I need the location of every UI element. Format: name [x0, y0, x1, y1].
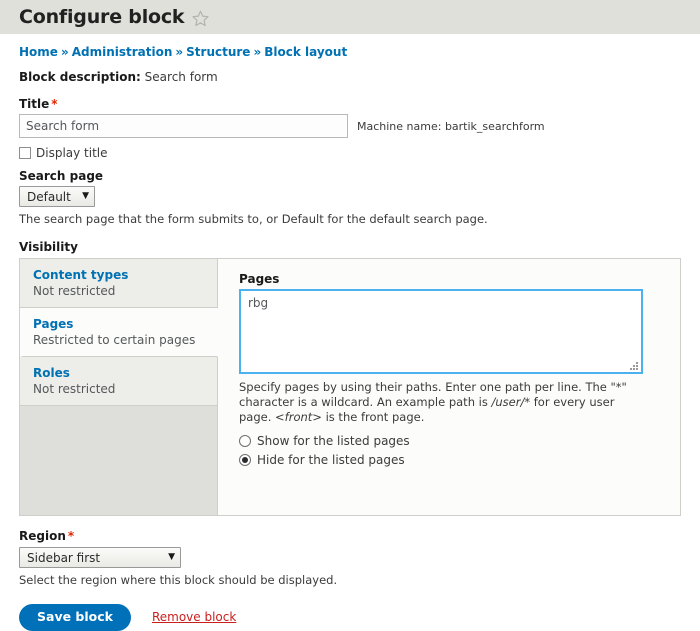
- chevron-down-icon: ▼: [168, 552, 175, 562]
- title-field-label: Title *: [19, 97, 681, 111]
- save-block-button[interactable]: Save block: [19, 604, 131, 631]
- pages-option-hide-row[interactable]: Hide for the listed pages: [239, 453, 664, 467]
- region-selected-value: Sidebar first: [27, 550, 101, 565]
- visibility-label: Visibility: [19, 240, 78, 254]
- block-description-value: Search form: [144, 70, 218, 84]
- breadcrumb-item-administration[interactable]: Administration: [72, 45, 173, 59]
- breadcrumb-item-home[interactable]: Home: [19, 45, 58, 59]
- breadcrumb-separator: »: [175, 45, 184, 59]
- visibility-pages-panel: Pages Specify pages by using their paths…: [218, 259, 680, 515]
- pages-option-show-radio[interactable]: [239, 435, 251, 447]
- region-help: Select the region where this block shoul…: [19, 573, 338, 587]
- breadcrumb-separator: »: [253, 45, 262, 59]
- required-marker: *: [67, 529, 75, 543]
- star-outline-icon[interactable]: [192, 10, 209, 27]
- visibility-tab-title: Pages: [33, 317, 74, 331]
- visibility-tab-roles[interactable]: Roles Not restricted: [20, 357, 217, 406]
- pages-option-show-row[interactable]: Show for the listed pages: [239, 434, 664, 448]
- machine-name-text: Machine name: bartik_searchform: [357, 119, 545, 133]
- pages-help-text: Specify pages by using their paths. Ente…: [239, 380, 649, 425]
- form-actions: Save block Remove block: [19, 604, 681, 631]
- visibility-tab-list: Content types Not restricted Pages Restr…: [20, 259, 218, 515]
- region-label-text: Region: [19, 529, 66, 543]
- block-description-label: Block description: [19, 70, 137, 84]
- title-input[interactable]: [19, 114, 348, 138]
- visibility-tab-subtitle: Not restricted: [33, 284, 116, 298]
- pages-help-front-token: <front>: [275, 410, 322, 424]
- visibility-tab-subtitle: Not restricted: [33, 382, 116, 396]
- display-title-label[interactable]: Display title: [36, 146, 108, 160]
- pages-option-hide-label[interactable]: Hide for the listed pages: [257, 453, 405, 467]
- block-description-colon: :: [136, 70, 141, 84]
- search-page-selected-value: Default: [27, 189, 71, 204]
- page-title: Configure block: [19, 6, 185, 28]
- required-marker: *: [51, 97, 58, 111]
- pages-textarea-wrap: [239, 289, 643, 374]
- visibility-tab-subtitle: Restricted to certain pages: [33, 333, 196, 347]
- pages-option-hide-radio[interactable]: [239, 454, 251, 466]
- pages-help-part3: is the front page.: [321, 410, 425, 424]
- region-select[interactable]: Sidebar first ▼: [19, 547, 181, 568]
- pages-textarea[interactable]: [239, 289, 643, 374]
- block-description: Block description: Search form: [19, 70, 681, 84]
- search-page-select[interactable]: Default ▼: [19, 186, 95, 207]
- visibility-tab-pages[interactable]: Pages Restricted to certain pages: [20, 308, 218, 357]
- search-page-label: Search page: [19, 169, 104, 183]
- region-label: Region *: [19, 529, 681, 543]
- search-page-help: The search page that the form submits to…: [19, 212, 488, 226]
- title-field-row: Machine name: bartik_searchform: [19, 114, 681, 138]
- page-content: Home» Administration» Structure» Block layo…: [0, 34, 700, 631]
- visibility-tab-title: Roles: [33, 366, 70, 380]
- title-field-label-text: Title: [19, 97, 50, 111]
- display-title-checkbox[interactable]: [19, 147, 31, 159]
- pages-textarea-label: Pages: [239, 272, 280, 286]
- breadcrumb-separator: »: [60, 45, 69, 59]
- chevron-down-icon: ▼: [82, 191, 89, 201]
- breadcrumb-item-block-layout[interactable]: Block layout: [264, 45, 347, 59]
- visibility-tab-content-types[interactable]: Content types Not restricted: [20, 259, 217, 308]
- pages-option-show-label[interactable]: Show for the listed pages: [257, 434, 410, 448]
- visibility-tab-title: Content types: [33, 268, 129, 282]
- breadcrumb-item-structure[interactable]: Structure: [186, 45, 250, 59]
- page-header: Configure block: [0, 0, 700, 34]
- remove-block-link[interactable]: Remove block: [152, 610, 236, 624]
- visibility-panel: Content types Not restricted Pages Restr…: [19, 258, 681, 516]
- breadcrumb: Home» Administration» Structure» Block layo…: [19, 45, 681, 59]
- visibility-tab-filler: [20, 406, 217, 515]
- pages-help-example-path: /user/*: [491, 395, 531, 409]
- display-title-row[interactable]: Display title: [19, 146, 681, 160]
